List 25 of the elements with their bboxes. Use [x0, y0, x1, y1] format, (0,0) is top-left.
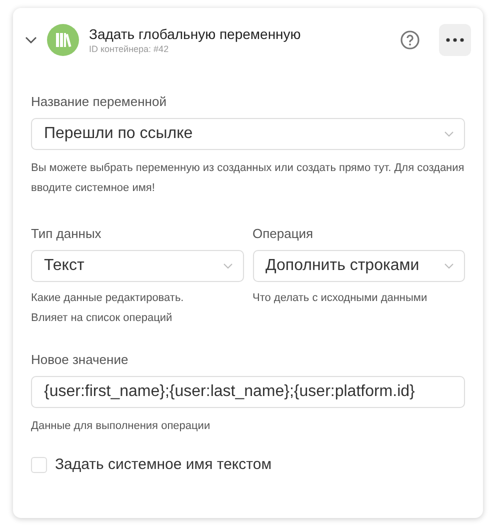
field-label: Новое значение: [31, 352, 130, 367]
checkbox[interactable]: [31, 456, 47, 472]
hint-text: Что делать с исходными данными: [252, 291, 428, 306]
container-id: ID контейнера: #42: [89, 44, 170, 54]
value-input[interactable]: {user:first_name};{user:last_name};{user:platform.id}: [31, 376, 465, 408]
help-icon[interactable]: [400, 30, 420, 50]
books-icon: [47, 24, 79, 56]
hint-text: Данные для выполнения операции: [31, 419, 212, 434]
dropdown-select[interactable]: Текст: [31, 250, 244, 282]
caret-icon: [222, 263, 232, 269]
more-button[interactable]: [439, 24, 471, 56]
caret-icon: [444, 263, 454, 269]
hint-text: Влияет на список операций: [31, 311, 174, 326]
field-label: Операция: [252, 226, 314, 241]
caret-icon: [444, 131, 454, 137]
hint-text: Какие данные редактировать.: [31, 291, 185, 306]
hint-text: Вы можете выбрать переменную из созданных или создать прямо тут. Для создания вводите системное имя!: [31, 161, 465, 196]
block-title: Задать глобальную переменную: [89, 26, 302, 42]
more-icon: [446, 38, 464, 42]
field-label: Название переменной: [31, 94, 168, 109]
variable-select[interactable]: Перешли по ссылке: [31, 118, 465, 150]
checkbox-label[interactable]: Задать системное имя текстом: [55, 456, 272, 473]
chevron-icon[interactable]: [25, 36, 37, 44]
field-label: Тип данных: [31, 226, 102, 241]
dropdown-select[interactable]: Дополнить строками: [252, 250, 465, 282]
